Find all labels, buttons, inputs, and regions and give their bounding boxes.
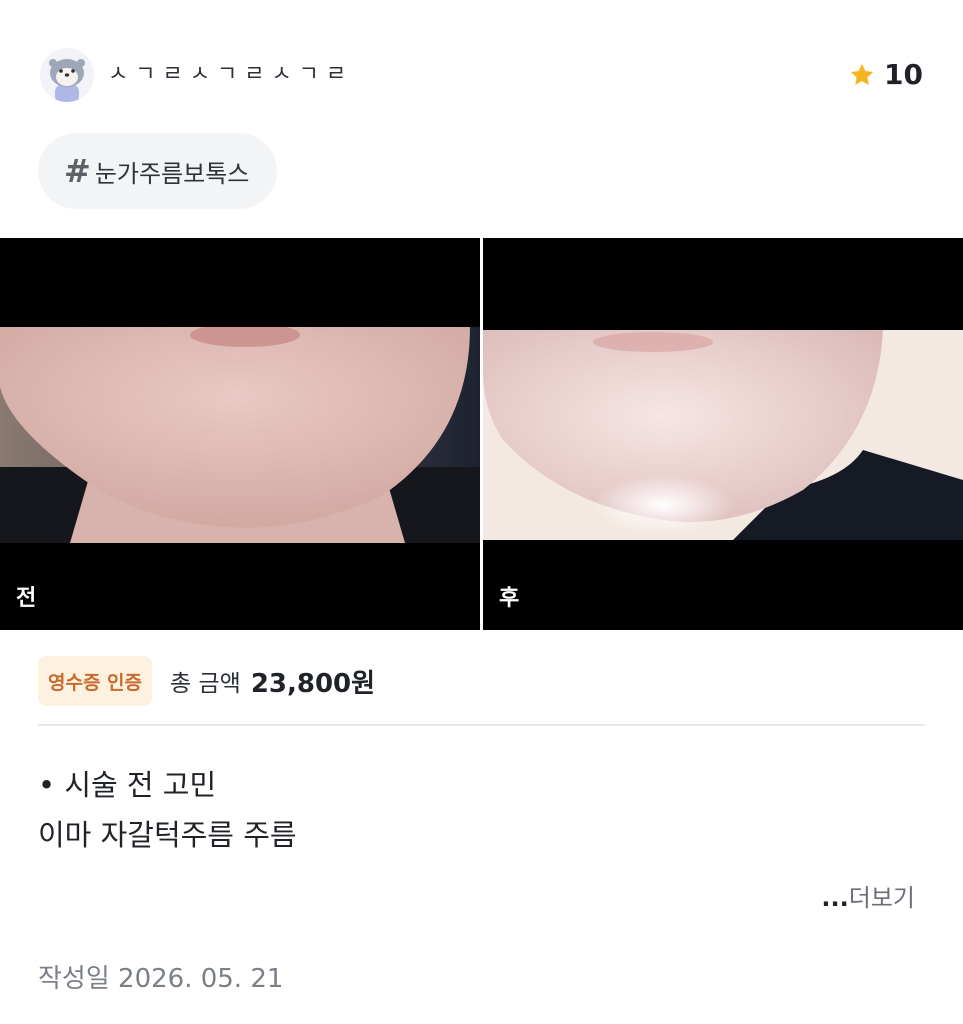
total-amount-label: 총 금액 [170,671,241,697]
review-heading: • 시술 전 고민 [38,768,217,802]
section-divider [38,724,925,726]
before-after-photos: 전 후 [0,238,963,630]
read-more-link[interactable]: ...더보기 [821,878,915,913]
before-photo-image [0,327,480,543]
before-photo[interactable]: 전 [0,238,480,630]
receipt-row: 영수증 인증 총 금액 23,800원 [38,656,375,706]
review-body: 이마 자갈턱주름 주름 [38,818,297,852]
hashtag-label: 눈가주름보톡스 [94,159,250,188]
written-date: 작성일 2026. 05. 21 [38,964,284,994]
receipt-verified-badge: 영수증 인증 [38,656,153,706]
review-text: • 시술 전 고민 이마 자갈턱주름 주름 [38,760,297,860]
before-label: 전 [16,586,37,611]
ellipsis: ... [821,884,849,912]
total-amount-value: 23,800원 [250,668,376,699]
author-avatar[interactable] [40,48,94,102]
rating-value: 10 [884,58,923,91]
rating: 10 [848,58,923,91]
read-more-label: 더보기 [848,884,915,912]
after-label: 후 [499,586,520,611]
hash-symbol: # [64,152,91,190]
otter-avatar-icon [49,59,85,102]
author-name[interactable]: ㅅㄱㄹㅅㄱㄹㅅㄱㄹ [108,60,353,90]
after-photo[interactable]: 후 [483,238,963,630]
after-photo-image [483,330,963,540]
hashtag-chip[interactable]: # 눈가주름보톡스 [38,133,278,209]
star-icon [850,63,874,85]
